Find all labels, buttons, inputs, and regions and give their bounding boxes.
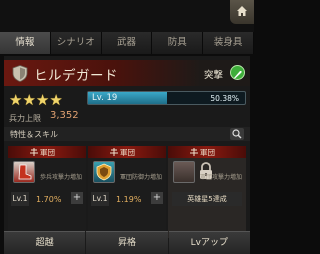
- skill-description: 歩兵攻撃力増加: [39, 174, 82, 181]
- legion-icon: [30, 148, 38, 156]
- troop-limit-value: 3,352: [50, 110, 79, 121]
- transcend-button[interactable]: 超越: [4, 231, 86, 254]
- home-icon: [237, 6, 247, 16]
- legion-icon: [190, 148, 198, 156]
- skill-upgrade-button[interactable]: +: [151, 192, 163, 204]
- skill-percent: 1.19%: [116, 195, 142, 204]
- skill-percent: 1.70%: [36, 195, 62, 204]
- troop-limit-label: 兵力上限: [9, 114, 41, 123]
- skills-search-button[interactable]: [230, 128, 244, 140]
- level-bar: Lv. 19 50.38%: [87, 91, 246, 105]
- tab-scenario[interactable]: シナリオ: [50, 32, 102, 54]
- top-bar: [0, 0, 254, 32]
- star-rating-text: ★★★★: [9, 91, 63, 109]
- skill-description: 軍団攻撃力増加: [199, 174, 242, 181]
- card-header-label: 軍団: [200, 148, 215, 157]
- attack-icon: [230, 65, 245, 80]
- skill-description: 軍団防御力増加: [119, 174, 162, 181]
- card-header-label: 軍団: [120, 148, 135, 157]
- xp-percent: 50.38%: [210, 93, 239, 103]
- skill-card-3-locked[interactable]: 軍団 軍団攻撃力増加 英雄星5達成: [168, 146, 246, 238]
- footer-actions: 超越 昇格 Lvアップ: [4, 231, 250, 254]
- skill-card-1[interactable]: 軍団 歩兵攻撃力増加 Lv.1 1.70% +: [8, 146, 86, 238]
- skills-header: 特性＆スキル: [4, 127, 250, 141]
- skill-level: Lv.1: [91, 192, 109, 206]
- home-button[interactable]: [230, 0, 254, 24]
- tab-armor[interactable]: 防具: [152, 32, 204, 54]
- tab-bar: 情報 シナリオ 武器 防具 装身具: [0, 32, 254, 54]
- unlock-condition: 英雄星5達成: [172, 192, 242, 206]
- card-header: 軍団: [168, 146, 246, 158]
- level-text: Lv. 19: [92, 93, 118, 103]
- tab-accessory[interactable]: 装身具: [203, 32, 254, 54]
- promote-button[interactable]: 昇格: [86, 231, 168, 254]
- search-icon: [232, 129, 242, 139]
- tab-info[interactable]: 情報: [0, 32, 51, 54]
- card-header: 軍団: [8, 146, 86, 158]
- card-header: 軍団: [88, 146, 166, 158]
- role-label: 突撃: [204, 70, 224, 81]
- skill-level: Lv.1: [11, 192, 29, 206]
- skill-card-2[interactable]: 軍団 軍団防御力増加 Lv.1 1.19% +: [88, 146, 166, 238]
- skills-title: 特性＆スキル: [10, 130, 58, 139]
- shield-icon: [12, 65, 28, 82]
- star-rating: ★★★★: [9, 90, 63, 109]
- level-up-button[interactable]: Lvアップ: [168, 231, 250, 254]
- card-header-label: 軍団: [40, 148, 55, 157]
- skill-upgrade-button[interactable]: +: [71, 192, 83, 204]
- hero-header: ヒルデガード 突撃: [4, 60, 250, 86]
- legion-icon: [110, 148, 118, 156]
- hero-name: ヒルデガード: [34, 68, 118, 84]
- tab-weapon[interactable]: 武器: [101, 32, 153, 54]
